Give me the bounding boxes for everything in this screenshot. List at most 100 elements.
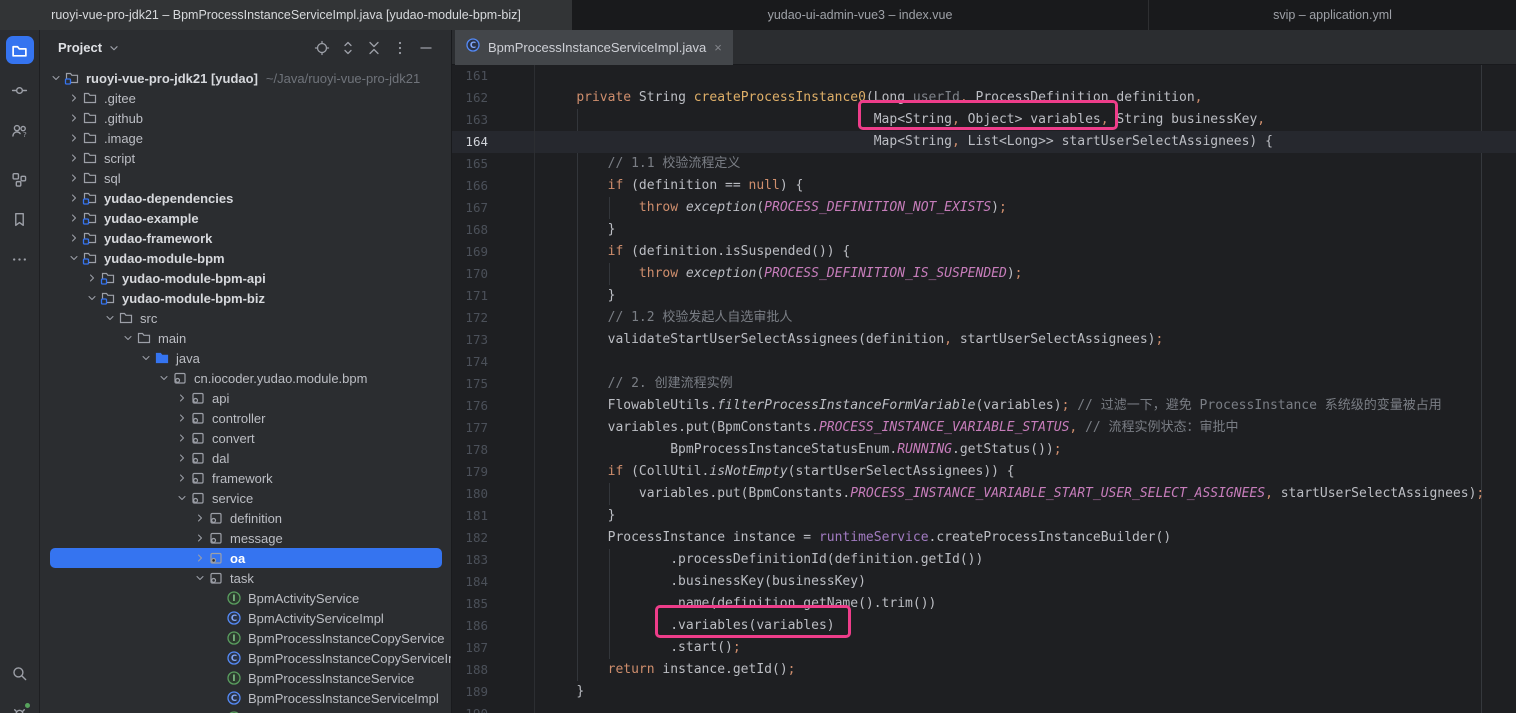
debug-icon[interactable]	[6, 699, 34, 713]
tree-item-oa[interactable]: oa	[40, 548, 452, 568]
chevron-down-icon[interactable]	[84, 290, 100, 306]
code-line-161[interactable]: 161	[452, 65, 1516, 87]
chevron-right-icon[interactable]	[192, 530, 208, 546]
tree-item-ruoyi-vue-pro-jdk21-yudao-[interactable]: ruoyi-vue-pro-jdk21 [yudao]~/Java/ruoyi-…	[40, 68, 452, 88]
code-line-189[interactable]: 189 }	[452, 681, 1516, 703]
code-line-186[interactable]: 186 .variables(variables)	[452, 615, 1516, 637]
code-line-181[interactable]: 181 }	[452, 505, 1516, 527]
tree-item-script[interactable]: script	[40, 148, 452, 168]
window-tab-index-vue[interactable]: yudao-ui-admin-vue3 – index.vue	[572, 0, 1148, 30]
chevron-right-icon[interactable]	[66, 110, 82, 126]
editor-tab-active[interactable]: C BpmProcessInstanceServiceImpl.java ×	[455, 30, 733, 65]
code-line-171[interactable]: 171 }	[452, 285, 1516, 307]
tree-item-yudao-module-bpm-api[interactable]: yudao-module-bpm-api	[40, 268, 452, 288]
line-number[interactable]: 168	[452, 219, 535, 241]
code-line-177[interactable]: 177 variables.put(BpmConstants.PROCESS_I…	[452, 417, 1516, 439]
chevron-down-icon[interactable]	[174, 490, 190, 506]
tree-item-bpmactivityservice[interactable]: IBpmActivityService	[40, 588, 452, 608]
code-line-164[interactable]: 164 Map<String, List<Long>> startUserSel…	[452, 131, 1516, 153]
line-number[interactable]: 179	[452, 461, 535, 483]
chevron-right-icon[interactable]	[174, 390, 190, 406]
kebab-menu-icon[interactable]	[388, 36, 412, 60]
chevron-down-icon[interactable]	[66, 250, 82, 266]
code-line-168[interactable]: 168 }	[452, 219, 1516, 241]
tree-item-convert[interactable]: convert	[40, 428, 452, 448]
tree-item-yudao-dependencies[interactable]: yudao-dependencies	[40, 188, 452, 208]
chevron-right-icon[interactable]	[66, 130, 82, 146]
tree-item-bpmprocessinstanceservice[interactable]: IBpmProcessInstanceService	[40, 668, 452, 688]
line-number[interactable]: 180	[452, 483, 535, 505]
chevron-down-icon[interactable]	[192, 570, 208, 586]
tree-item-yudao-framework[interactable]: yudao-framework	[40, 228, 452, 248]
line-number[interactable]: 175	[452, 373, 535, 395]
chevron-right-icon[interactable]	[174, 430, 190, 446]
chevron-down-icon[interactable]	[156, 370, 172, 386]
code-line-169[interactable]: 169 if (definition.isSuspended()) {	[452, 241, 1516, 263]
chevron-down-icon[interactable]	[48, 70, 64, 86]
line-number[interactable]: 182	[452, 527, 535, 549]
tree-item--image[interactable]: .image	[40, 128, 452, 148]
tree-item-bpmprocessinstancecopyservice[interactable]: IBpmProcessInstanceCopyService	[40, 628, 452, 648]
tree-item-service[interactable]: service	[40, 488, 452, 508]
line-number[interactable]: 177	[452, 417, 535, 439]
tree-item-bpmprocessinstanceserviceimpl[interactable]: CBpmProcessInstanceServiceImpl	[40, 688, 452, 708]
more-tool-windows-icon[interactable]	[6, 245, 34, 273]
chevron-down-icon[interactable]	[107, 41, 121, 55]
collaboration-icon[interactable]: ?	[6, 116, 34, 144]
chevron-down-icon[interactable]	[102, 310, 118, 326]
code-line-174[interactable]: 174	[452, 351, 1516, 373]
code-line-170[interactable]: 170 throw exception(PROCESS_DEFINITION_I…	[452, 263, 1516, 285]
line-number[interactable]: 187	[452, 637, 535, 659]
code-line-172[interactable]: 172 // 1.2 校验发起人自选审批人	[452, 307, 1516, 329]
code-line-176[interactable]: 176 FlowableUtils.filterProcessInstanceF…	[452, 395, 1516, 417]
structure-icon[interactable]	[6, 165, 34, 193]
chevron-right-icon[interactable]	[66, 150, 82, 166]
chevron-right-icon[interactable]	[66, 230, 82, 246]
line-number[interactable]: 169	[452, 241, 535, 263]
close-icon[interactable]: ×	[713, 41, 723, 54]
tree-item--github[interactable]: .github	[40, 108, 452, 128]
code-line-163[interactable]: 163 Map<String, Object> variables, Strin…	[452, 109, 1516, 131]
tree-item-api[interactable]: api	[40, 388, 452, 408]
line-number[interactable]: 174	[452, 351, 535, 373]
expand-all-icon[interactable]	[336, 36, 360, 60]
chevron-down-icon[interactable]	[120, 330, 136, 346]
code-line-182[interactable]: 182 ProcessInstance instance = runtimeSe…	[452, 527, 1516, 549]
code-line-184[interactable]: 184 .businessKey(businessKey)	[452, 571, 1516, 593]
window-tab-active[interactable]: ruoyi-vue-pro-jdk21 – BpmProcessInstance…	[0, 0, 572, 30]
code-line-179[interactable]: 179 if (CollUtil.isNotEmpty(startUserSel…	[452, 461, 1516, 483]
code-line-167[interactable]: 167 throw exception(PROCESS_DEFINITION_N…	[452, 197, 1516, 219]
chevron-right-icon[interactable]	[192, 510, 208, 526]
line-number[interactable]: 170	[452, 263, 535, 285]
tree-item-task[interactable]: task	[40, 568, 452, 588]
tree-item-framework[interactable]: framework	[40, 468, 452, 488]
code-line-165[interactable]: 165 // 1.1 校验流程定义	[452, 153, 1516, 175]
line-number[interactable]: 163	[452, 109, 535, 131]
chevron-right-icon[interactable]	[66, 170, 82, 186]
tree-item-src[interactable]: src	[40, 308, 452, 328]
tree-item-clipped[interactable]: I	[40, 708, 452, 713]
code-line-162[interactable]: 162 private String createProcessInstance…	[452, 87, 1516, 109]
line-number[interactable]: 184	[452, 571, 535, 593]
chevron-right-icon[interactable]	[66, 190, 82, 206]
tree-item-java[interactable]: java	[40, 348, 452, 368]
code-line-175[interactable]: 175 // 2. 创建流程实例	[452, 373, 1516, 395]
line-number[interactable]: 188	[452, 659, 535, 681]
tree-item-dal[interactable]: dal	[40, 448, 452, 468]
tree-item-message[interactable]: message	[40, 528, 452, 548]
line-number[interactable]: 164	[452, 131, 535, 153]
chevron-right-icon[interactable]	[66, 210, 82, 226]
tree-item-sql[interactable]: sql	[40, 168, 452, 188]
code-line-190[interactable]: 190	[452, 703, 1516, 713]
project-panel-title[interactable]: Project	[58, 40, 102, 55]
tree-item-yudao-module-bpm-biz[interactable]: yudao-module-bpm-biz	[40, 288, 452, 308]
hide-panel-icon[interactable]	[414, 36, 438, 60]
search-icon[interactable]	[6, 659, 34, 687]
code-line-180[interactable]: 180 variables.put(BpmConstants.PROCESS_I…	[452, 483, 1516, 505]
code-line-178[interactable]: 178 BpmProcessInstanceStatusEnum.RUNNING…	[452, 439, 1516, 461]
code-line-173[interactable]: 173 validateStartUserSelectAssignees(def…	[452, 329, 1516, 351]
tree-item-yudao-module-bpm[interactable]: yudao-module-bpm	[40, 248, 452, 268]
project-folder-icon[interactable]	[6, 36, 34, 64]
tree-item-bpmprocessinstancecopyserviceimpl[interactable]: CBpmProcessInstanceCopyServiceImpl	[40, 648, 452, 668]
chevron-right-icon[interactable]	[66, 90, 82, 106]
